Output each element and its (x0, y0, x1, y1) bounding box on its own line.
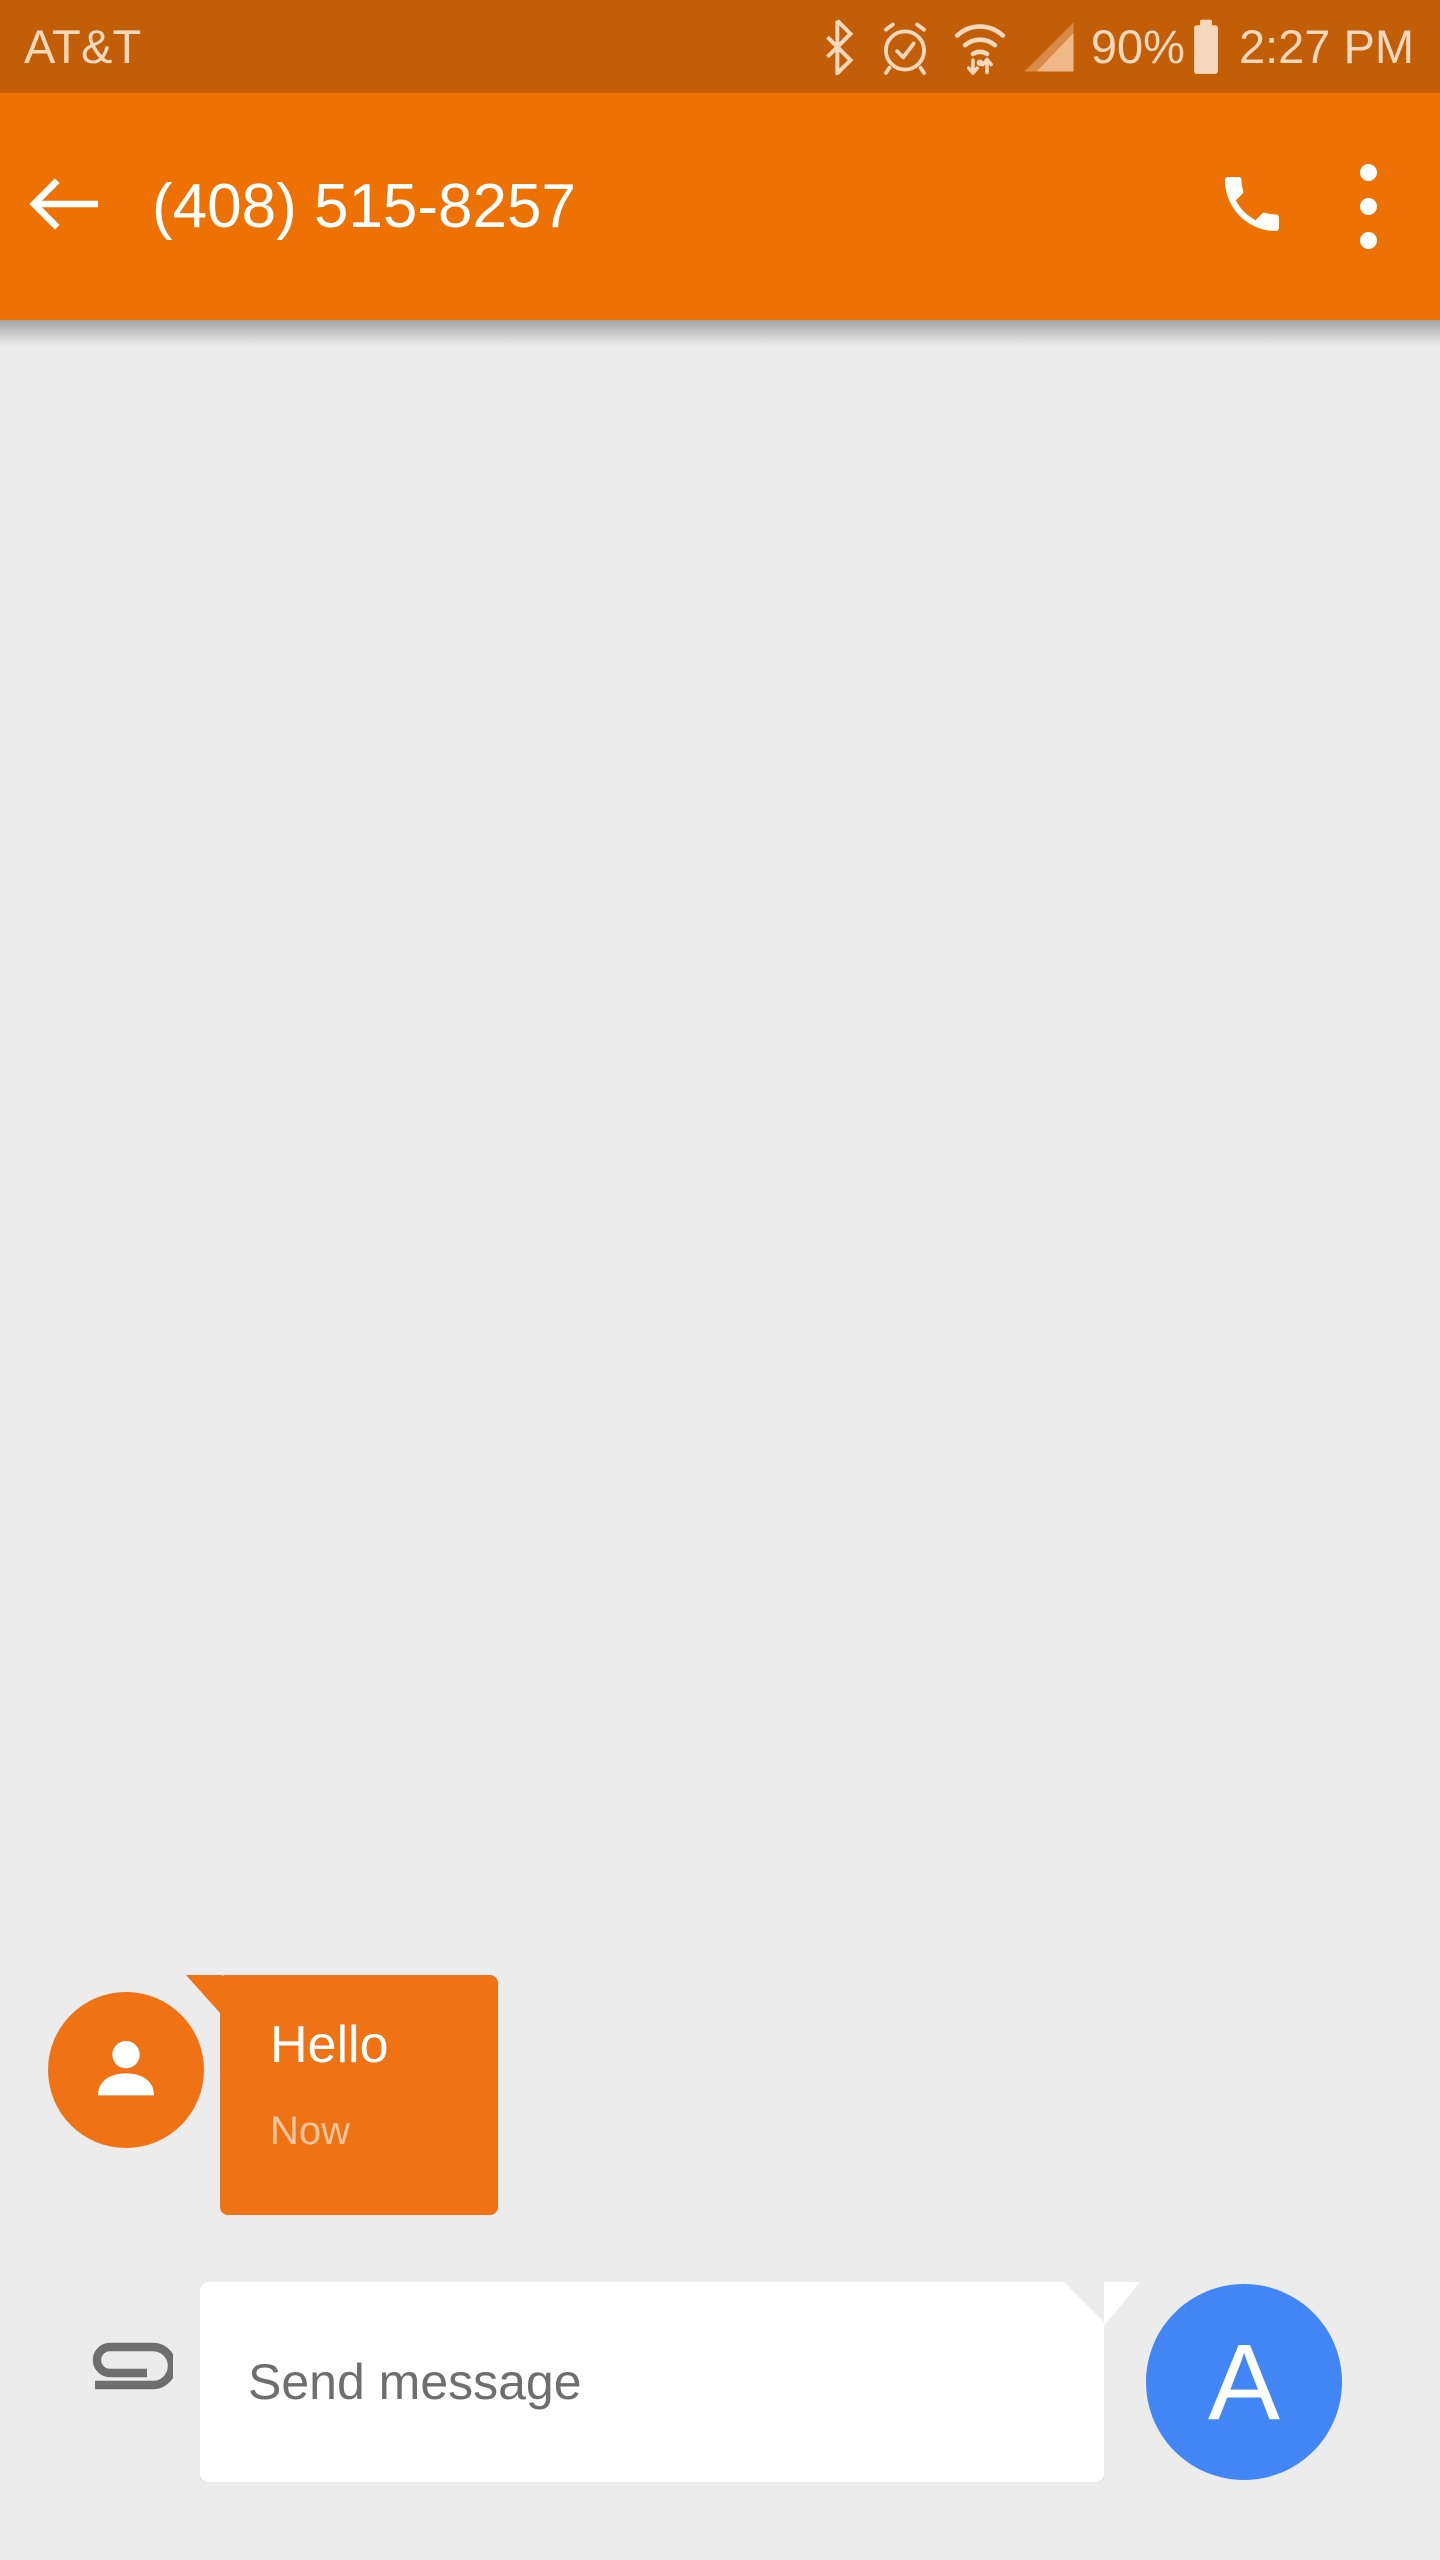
wifi-icon (953, 18, 1007, 76)
attach-button[interactable] (64, 2282, 194, 2442)
cellular-signal-icon (1021, 19, 1077, 75)
battery-percent-label: 90% (1090, 20, 1185, 73)
bluetooth-icon (819, 18, 859, 75)
page-title: (408) 515-8257 (152, 171, 576, 241)
status-bar: AT&T 90% 2:27 PM (0, 0, 1440, 93)
back-arrow-icon (28, 173, 102, 240)
paperclip-icon (85, 2329, 177, 2396)
status-bar-icons: 90% 2:27 PM (819, 18, 1414, 76)
battery-icon (1189, 18, 1223, 76)
message-input[interactable]: Send message (200, 2282, 1104, 2482)
phone-screen: AT&T 90% 2:27 PM (408) 515-8257 Hello No… (0, 0, 1440, 2560)
phone-icon (1216, 168, 1288, 245)
person-icon (86, 2028, 166, 2113)
message-bubble[interactable]: Hello Now (186, 1975, 498, 2215)
overflow-menu-button[interactable] (1314, 93, 1422, 320)
input-tail-icon (1104, 2282, 1140, 2326)
message-input-wrap[interactable]: Send message (200, 2282, 1140, 2482)
composer-bar: Send message A (0, 2282, 1440, 2502)
call-button[interactable] (1190, 93, 1314, 320)
clock-label: 2:27 PM (1238, 20, 1414, 73)
message-timestamp: Now (270, 2109, 351, 2153)
send-button[interactable]: A (1146, 2284, 1342, 2480)
alarm-clock-icon (879, 19, 931, 75)
back-button[interactable] (0, 93, 130, 320)
app-bar: (408) 515-8257 (0, 93, 1440, 346)
avatar[interactable] (48, 1992, 204, 2148)
carrier-label: AT&T (24, 20, 142, 73)
message-input-placeholder: Send message (248, 2354, 582, 2410)
send-button-label: A (1207, 2321, 1281, 2442)
more-vertical-icon (1359, 164, 1377, 249)
message-row: Hello Now (0, 1975, 1440, 2215)
bubble-tail-icon (186, 1975, 222, 2019)
message-text: Hello (270, 2016, 389, 2074)
